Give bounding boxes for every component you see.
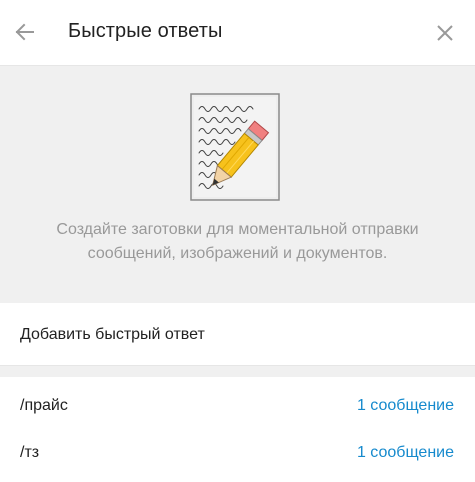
intro-description: Создайте заготовки для моментальной отпр… — [56, 221, 419, 262]
close-icon — [437, 25, 453, 41]
arrow-left-icon — [15, 23, 34, 41]
reply-shortcut: /прайс — [20, 397, 68, 414]
reply-shortcut: /тз — [20, 444, 40, 461]
quick-reply-row[interactable]: /прайс 1 сообщение — [0, 383, 475, 429]
reply-count-link[interactable]: 1 сообщение — [357, 397, 454, 415]
note-with-pencil-illustration — [189, 92, 293, 204]
add-quick-reply-label: Добавить быстрый ответ — [20, 326, 205, 343]
close-button[interactable] — [429, 17, 461, 49]
add-quick-reply-button[interactable]: Добавить быстрый ответ — [0, 303, 475, 365]
page-title: Быстрые ответы — [68, 20, 223, 42]
quick-reply-row[interactable]: /тз 1 сообщение — [0, 430, 475, 476]
header-bar: Быстрые ответы — [0, 0, 475, 66]
back-button[interactable] — [8, 15, 42, 49]
section-divider — [0, 365, 475, 377]
reply-count-link[interactable]: 1 сообщение — [357, 444, 454, 462]
